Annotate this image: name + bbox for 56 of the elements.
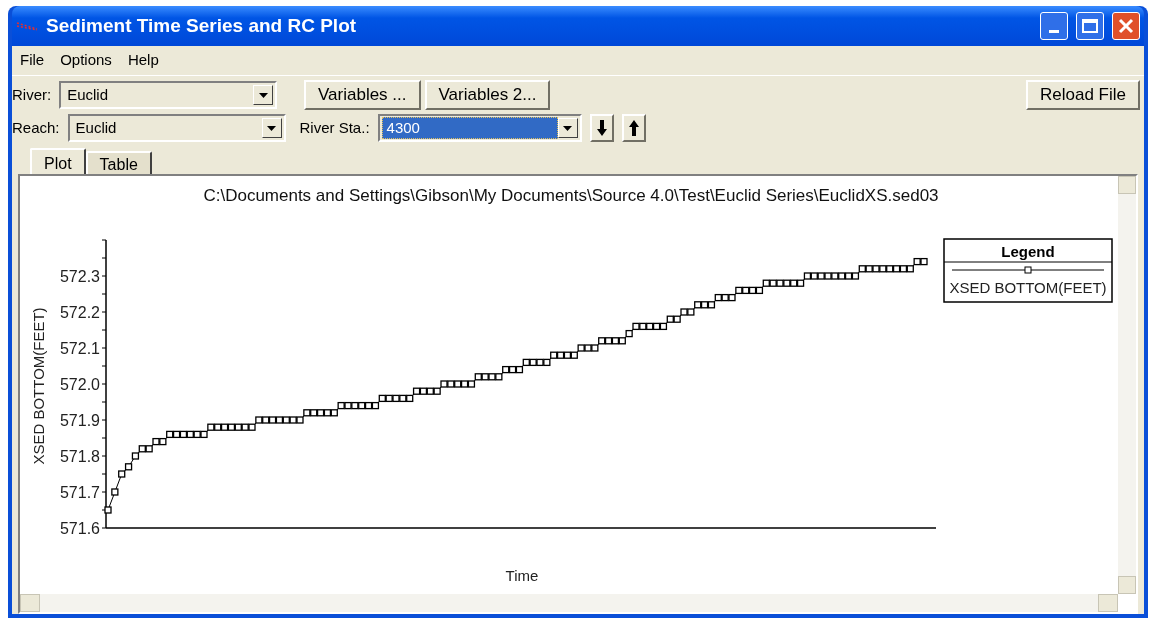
tab[interactable]: Plot bbox=[30, 148, 86, 174]
dropdown-value: 4300 bbox=[381, 117, 558, 139]
x-axis-title: Time bbox=[505, 567, 539, 584]
field-label: Reach: bbox=[12, 117, 60, 138]
y-tick-label: 571.8 bbox=[59, 448, 100, 465]
minimize-button[interactable] bbox=[1040, 12, 1068, 40]
data-marker bbox=[364, 401, 373, 410]
dropdown-value: Euclid bbox=[66, 85, 110, 105]
maximize-icon bbox=[1082, 19, 1098, 33]
y-tick-label: 572.2 bbox=[59, 304, 100, 321]
menu-item[interactable]: File bbox=[20, 49, 45, 72]
y-tick-label: 571.6 bbox=[59, 520, 100, 537]
data-marker bbox=[172, 430, 181, 439]
down-arrow-icon bbox=[596, 120, 607, 136]
legend-title: Legend bbox=[1001, 243, 1055, 260]
dropdown-value: Euclid bbox=[74, 118, 118, 138]
data-marker bbox=[748, 286, 757, 295]
y-axis-title: XSED BOTTOM(FEET) bbox=[30, 307, 47, 465]
legend-line-icon bbox=[951, 266, 1105, 274]
vertical-scrollbar[interactable] bbox=[1118, 176, 1136, 594]
dropdown-field[interactable]: Euclid bbox=[59, 81, 278, 109]
chart-title: C:\Documents and Settings\Gibson\My Documents\Source 4.0\Test\Euclid Series\EuclidXS.sed03 bbox=[203, 186, 939, 205]
window-title: Sediment Time Series and RC Plot bbox=[46, 13, 358, 38]
menu-item[interactable]: Options bbox=[60, 49, 112, 72]
horizontal-scrollbar[interactable] bbox=[20, 594, 1118, 612]
app-icon bbox=[16, 21, 38, 31]
close-icon bbox=[1118, 18, 1134, 34]
data-marker bbox=[755, 286, 764, 295]
dropdown-field[interactable]: 4300 bbox=[377, 114, 582, 142]
field-label: River: bbox=[12, 84, 52, 105]
maximize-button[interactable] bbox=[1076, 12, 1104, 40]
data-marker bbox=[179, 430, 188, 439]
close-button[interactable] bbox=[1112, 12, 1140, 40]
up-arrow-icon bbox=[628, 120, 639, 136]
legend-label: XSED BOTTOM(FEET) bbox=[949, 279, 1107, 296]
dropdown-field[interactable]: Euclid bbox=[67, 114, 286, 142]
y-tick-label: 571.7 bbox=[59, 484, 100, 501]
data-marker bbox=[515, 365, 524, 374]
data-marker bbox=[111, 488, 119, 496]
move-up-button[interactable] bbox=[621, 114, 646, 142]
y-tick-label: 572.1 bbox=[59, 340, 100, 357]
data-marker bbox=[508, 365, 517, 374]
data-marker bbox=[652, 322, 661, 331]
minimize-icon bbox=[1049, 30, 1059, 33]
move-down-button[interactable] bbox=[589, 114, 614, 142]
field-label: River Sta.: bbox=[299, 117, 370, 138]
data-marker bbox=[659, 322, 668, 331]
menu-item[interactable]: Help bbox=[127, 49, 159, 72]
y-tick-label: 572.0 bbox=[59, 376, 100, 393]
tab[interactable]: Table bbox=[85, 151, 152, 174]
data-marker bbox=[371, 401, 380, 410]
y-tick-label: 571.9 bbox=[59, 412, 100, 429]
variables-button[interactable]: Variables 2... bbox=[424, 80, 551, 110]
y-tick-label: 572.3 bbox=[59, 268, 100, 285]
variables-button[interactable]: Variables ... bbox=[304, 80, 421, 110]
reload-file-button[interactable]: Reload File bbox=[1026, 80, 1140, 110]
